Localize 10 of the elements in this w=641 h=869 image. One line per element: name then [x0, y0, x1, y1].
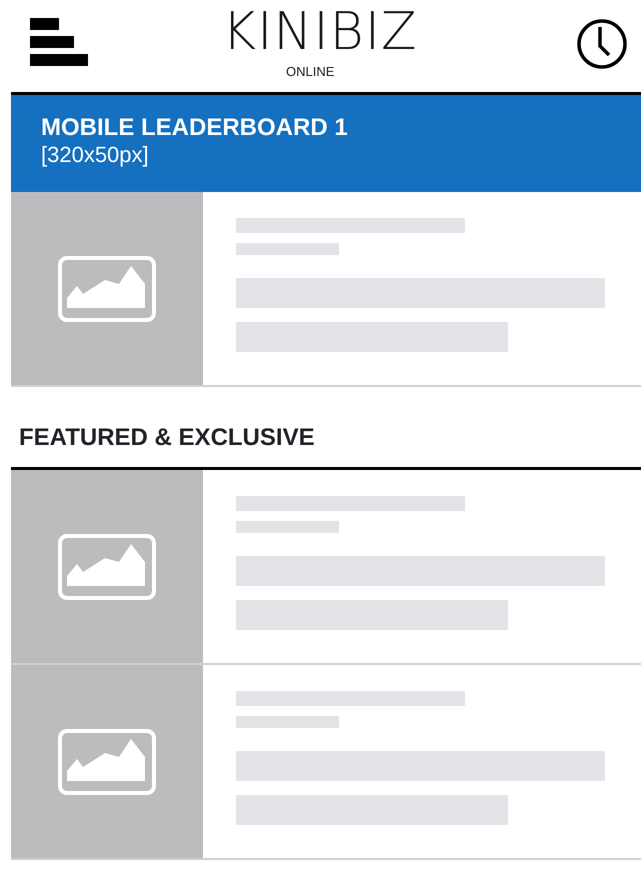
logo-subtitle: ONLINE — [286, 63, 334, 81]
section-heading: FEATURED & EXCLUSIVE — [18, 423, 316, 453]
logo-text: KINIBIZ — [222, 6, 418, 58]
image-icon — [58, 256, 156, 322]
menu-icon[interactable] — [30, 18, 88, 66]
clock-icon[interactable] — [576, 18, 628, 70]
banner-size: [320x50px] — [41, 141, 150, 170]
banner-title: MOBILE LEADERBOARD 1 — [41, 115, 349, 142]
image-icon — [58, 534, 156, 600]
image-icon — [58, 728, 156, 794]
